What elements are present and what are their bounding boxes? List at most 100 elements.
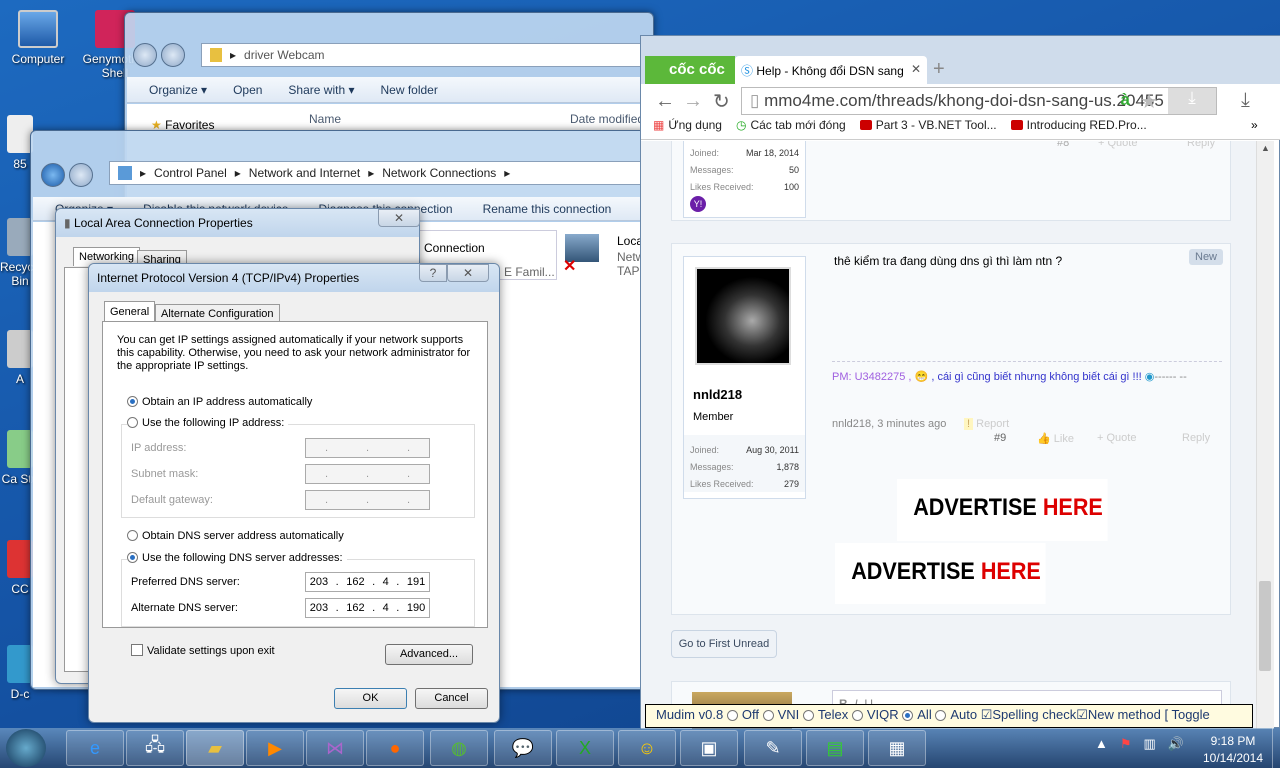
tab-general[interactable]: General — [104, 301, 156, 322]
taskbar-excel[interactable]: X — [556, 730, 614, 766]
gateway-field[interactable]: ... — [305, 490, 430, 510]
obtain-dns-radio[interactable]: Obtain DNS server address automatically — [127, 530, 344, 542]
show-desktop-button[interactable] — [1272, 728, 1280, 768]
yahoo-icon[interactable]: Y! — [690, 196, 706, 212]
alternate-dns-field[interactable]: 203. 162. 4. 190 — [305, 598, 430, 618]
taskbar-yahoo[interactable]: ☺ — [618, 730, 676, 766]
taskbar-firefox[interactable]: ● — [366, 730, 424, 766]
address-bar[interactable]: ▸ Control Panel ▸ Network and Internet ▸ N… — [109, 161, 649, 185]
coccoc-logo[interactable]: cốc cốc — [645, 56, 735, 84]
mudim-auto-radio[interactable]: Auto — [935, 707, 977, 722]
downloads-icon[interactable]: ⤓ — [1241, 89, 1250, 112]
toggle-link[interactable]: [ Toggle — [1164, 707, 1209, 722]
username-link[interactable]: nnld218 — [693, 387, 742, 402]
advertise-banner-2[interactable]: ADVERTISE HERE — [835, 543, 1046, 604]
taskbar-virtualbox[interactable]: ▣ — [680, 730, 738, 766]
close-button[interactable]: ✕ — [378, 209, 420, 227]
ip-address-field[interactable]: ... — [305, 438, 430, 458]
use-ip-radio[interactable]: Use the following IP address: — [127, 417, 289, 429]
post-number[interactable]: #9 — [994, 432, 1006, 444]
taskbar-coccoc[interactable]: ◍ — [430, 730, 488, 766]
taskbar-visual-studio[interactable]: ⋈ — [306, 730, 364, 766]
volume-icon[interactable]: 🔊 — [1168, 736, 1184, 752]
mudim-viqr-radio[interactable]: VIQR — [851, 707, 899, 722]
new-folder-button[interactable]: New folder — [380, 83, 437, 97]
quote-link[interactable]: + Quote — [1097, 432, 1136, 444]
breadcrumb-control-panel[interactable]: Control Panel — [154, 166, 227, 180]
obtain-ip-radio[interactable]: Obtain an IP address automatically — [127, 396, 312, 408]
taskbar-control-panel[interactable]: ▦ — [868, 730, 926, 766]
reply-link[interactable]: Reply — [1182, 432, 1210, 444]
back-icon[interactable]: ← — [655, 90, 675, 113]
address-bar[interactable]: ▸ driver Webcam — [201, 43, 651, 67]
mudim-telex-radio[interactable]: Telex — [802, 707, 848, 722]
close-button[interactable]: ✕ — [447, 264, 489, 282]
show-hidden-icons[interactable]: ▲ — [1095, 736, 1108, 752]
ok-button[interactable]: OK — [334, 688, 407, 709]
taskbar-ie[interactable]: e — [66, 730, 124, 766]
vietnamese-input-icon[interactable]: à — [1121, 90, 1130, 110]
back-button[interactable] — [133, 43, 157, 67]
clock[interactable]: 9:18 PM 10/14/2014 — [1198, 733, 1268, 767]
bookmark-youtube-1[interactable]: Part 3 - VB.NET Tool... — [859, 118, 997, 132]
column-date-modified[interactable]: Date modified — [570, 112, 644, 126]
download-page-icon[interactable]: ⤓ — [1168, 88, 1216, 114]
connection-name: Connection — [424, 241, 485, 255]
organize-button[interactable]: Organize ▾ — [149, 83, 207, 97]
bookmark-recent-tabs[interactable]: ◷ Các tab mới đóng — [736, 118, 846, 132]
advanced-button[interactable]: Advanced... — [385, 644, 473, 665]
user-avatar[interactable] — [695, 267, 791, 365]
taskbar-explorer[interactable]: ▰ — [186, 730, 244, 766]
mudim-vni-radio[interactable]: VNI — [762, 707, 799, 722]
post-number[interactable]: #8 — [1057, 141, 1069, 149]
desktop-icon-computer[interactable]: Computer — [3, 10, 73, 66]
like-link[interactable]: 👍 Like — [1037, 432, 1074, 445]
star-icon[interactable]: ★ — [1140, 89, 1158, 114]
taskbar-monitor[interactable]: ▤ — [806, 730, 864, 766]
back-button[interactable] — [41, 163, 65, 187]
share-with-button[interactable]: Share with ▾ — [288, 83, 354, 97]
validate-checkbox[interactable]: Validate settings upon exit — [131, 644, 275, 657]
mudim-all-radio[interactable]: All — [902, 707, 932, 722]
breadcrumb-network-internet[interactable]: Network and Internet — [249, 166, 360, 180]
reload-icon[interactable]: ↻ — [713, 89, 730, 114]
rename-button[interactable]: Rename this connection — [483, 202, 612, 216]
browser-tab-active[interactable]: Ⓢ Help - Không đổi DSN sang ✕ — [735, 56, 927, 84]
forward-icon[interactable]: → — [683, 90, 703, 113]
scroll-up-icon[interactable]: ▲ — [1261, 143, 1270, 153]
spelling-check-checkbox[interactable]: ☑Spelling check — [981, 707, 1076, 722]
network-tray-icon[interactable]: ▥ — [1144, 736, 1156, 752]
bookmark-apps[interactable]: ▦ Ứng dụng — [653, 118, 722, 132]
taskbar-notepad[interactable]: ✎ — [744, 730, 802, 766]
cancel-button[interactable]: Cancel — [415, 688, 488, 709]
advertise-banner-1[interactable]: ADVERTISE HERE — [897, 479, 1108, 541]
bookmark-youtube-2[interactable]: Introducing RED.Pro... — [1010, 118, 1147, 132]
forward-button[interactable] — [161, 43, 185, 67]
open-button[interactable]: Open — [233, 83, 262, 97]
subnet-mask-field[interactable]: ... — [305, 464, 430, 484]
scrollbar-thumb[interactable] — [1259, 581, 1271, 671]
quote-link[interactable]: + Quote — [1098, 141, 1137, 149]
taskbar-chat[interactable]: 💬 — [494, 730, 552, 766]
resource-monitor-icon: ▤ — [826, 737, 844, 758]
breadcrumb-network-connections[interactable]: Network Connections — [382, 166, 496, 180]
taskbar-network[interactable]: 🖧 — [126, 730, 184, 766]
action-center-flag-icon[interactable]: ⚑ — [1120, 736, 1132, 752]
new-tab-button[interactable]: + — [933, 58, 945, 81]
use-dns-radio[interactable]: Use the following DNS server addresses: — [127, 552, 347, 564]
bookmarks-more-button[interactable]: » — [1251, 118, 1258, 132]
reply-link[interactable]: Reply — [1187, 141, 1215, 149]
start-button[interactable] — [6, 729, 46, 767]
url-bar[interactable]: ▯ mmo4me.com/threads/khong-doi-dsn-sang-… — [741, 87, 1217, 115]
help-button[interactable]: ? — [419, 264, 447, 282]
new-method-checkbox[interactable]: ☑New method — [1076, 707, 1161, 722]
close-tab-icon[interactable]: ✕ — [911, 62, 921, 76]
mudim-off-radio[interactable]: Off — [726, 707, 759, 722]
column-name[interactable]: Name — [309, 112, 341, 126]
preferred-dns-field[interactable]: 203. 162. 4. 191 — [305, 572, 430, 592]
report-link[interactable]: ! Report — [964, 418, 1009, 430]
taskbar-media[interactable]: ▶ — [246, 730, 304, 766]
forward-button[interactable] — [69, 163, 93, 187]
go-to-first-unread-button[interactable]: Go to First Unread — [671, 630, 777, 658]
scrollbar[interactable]: ▲ — [1256, 141, 1274, 729]
